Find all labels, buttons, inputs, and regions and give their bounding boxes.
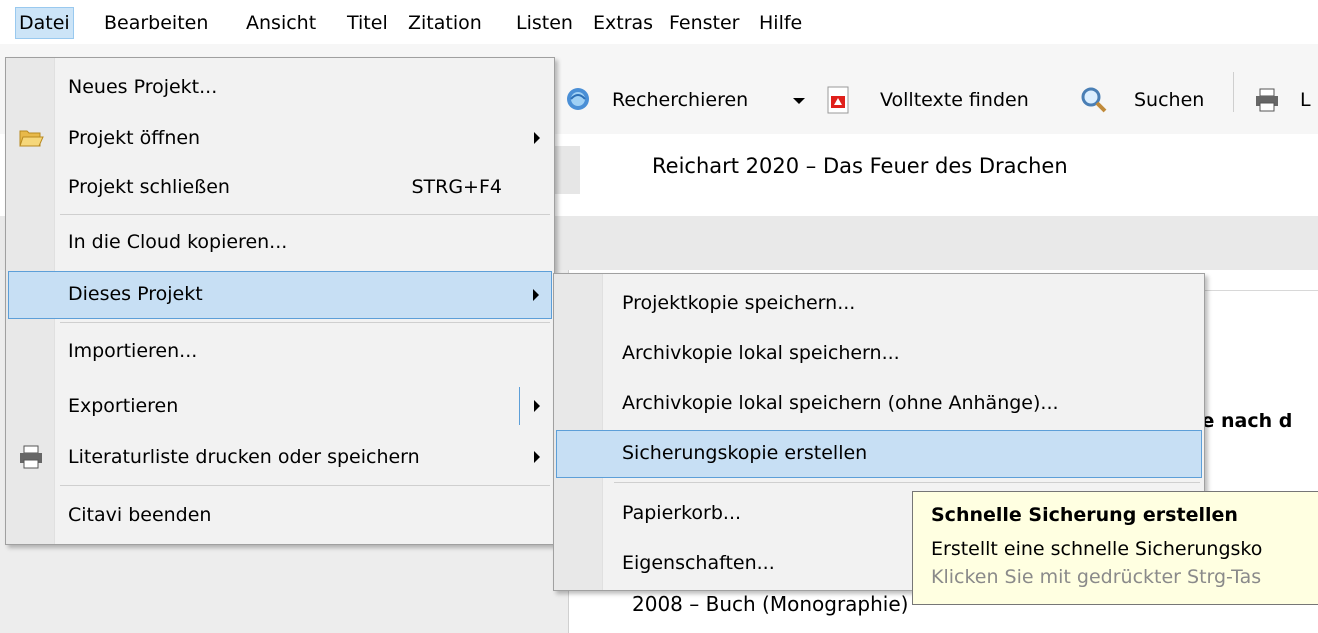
fulltext-button[interactable]: Volltexte finden: [880, 88, 1029, 112]
submenu-arrow-icon: [534, 400, 540, 412]
research-icon[interactable]: [565, 86, 591, 112]
menu-item-open-project[interactable]: Projekt öffnen: [8, 115, 552, 161]
menu-separator: [614, 482, 1200, 483]
submenu-arrow-icon: [533, 289, 539, 301]
menu-item-print-bibliography[interactable]: Literaturliste drucken oder speichern: [8, 434, 552, 480]
menu-item-close-project[interactable]: Projekt schließen STRG+F4: [8, 164, 552, 210]
menu-extras[interactable]: Extras: [590, 8, 656, 38]
menu-separator: [60, 214, 550, 215]
toolbar-separator: [1233, 72, 1234, 112]
menu-zitation[interactable]: Zitation: [405, 8, 485, 38]
menu-separator: [60, 322, 550, 323]
menu-item-this-project[interactable]: Dieses Projekt: [8, 271, 552, 319]
menu-item-export[interactable]: Exportieren: [8, 383, 552, 429]
menu-item-new-project[interactable]: Neues Projekt...: [8, 64, 552, 110]
menu-datei[interactable]: Datei: [15, 7, 74, 39]
menu-item-create-backup[interactable]: Sicherungskopie erstellen: [556, 430, 1202, 478]
search-icon[interactable]: [1080, 86, 1108, 114]
menu-separator: [60, 485, 550, 486]
printer-icon: [18, 444, 44, 470]
chevron-down-icon[interactable]: [793, 98, 805, 104]
reference-subtitle: 2008 – Buch (Monographie): [632, 592, 909, 616]
menu-fenster[interactable]: Fenster: [666, 8, 742, 38]
menu-item-import[interactable]: Importieren...: [8, 328, 552, 374]
tooltip: Schnelle Sicherung erstellen Erstellt ei…: [912, 491, 1318, 605]
tooltip-line-2: Klicken Sie mit gedrückter Strg-Tas: [931, 566, 1262, 588]
submenu-divider: [519, 387, 520, 425]
menu-listen[interactable]: Listen: [513, 8, 576, 38]
menu-ansicht[interactable]: Ansicht: [243, 8, 319, 38]
shortcut-label: STRG+F4: [411, 176, 502, 198]
menu-item-save-archive[interactable]: Archivkopie lokal speichern...: [556, 330, 1202, 376]
menu-item-save-archive-no-attachments[interactable]: Archivkopie lokal speichern (ohne Anhäng…: [556, 380, 1202, 426]
submenu-arrow-icon: [534, 451, 540, 463]
pdf-icon[interactable]: [826, 86, 850, 114]
menu-hilfe[interactable]: Hilfe: [756, 8, 805, 38]
tooltip-title: Schnelle Sicherung erstellen: [931, 504, 1238, 526]
research-button[interactable]: Recherchieren: [612, 88, 748, 112]
field-box[interactable]: [1195, 290, 1318, 333]
printer-icon[interactable]: [1254, 88, 1280, 112]
menu-bar: Datei Bearbeiten Ansicht Titel Zitation …: [0, 0, 1318, 44]
file-menu: Neues Projekt... Projekt öffnen Projekt …: [5, 57, 555, 545]
tooltip-line-1: Erstellt eine schnelle Sicherungsko: [931, 538, 1263, 560]
search-button[interactable]: Suchen: [1134, 88, 1204, 112]
menu-item-save-project-copy[interactable]: Projektkopie speichern...: [556, 280, 1202, 326]
menu-item-cloud-copy[interactable]: In die Cloud kopieren...: [8, 219, 552, 265]
menu-titel[interactable]: Titel: [344, 8, 391, 38]
folder-open-icon: [18, 125, 44, 151]
menu-item-exit[interactable]: Citavi beenden: [8, 492, 552, 538]
submenu-arrow-icon: [534, 132, 540, 144]
reference-title: Reichart 2020 – Das Feuer des Drachen: [652, 154, 1068, 178]
toolbar-cut-label[interactable]: L: [1300, 88, 1311, 112]
menu-bearbeiten[interactable]: Bearbeiten: [101, 8, 211, 38]
